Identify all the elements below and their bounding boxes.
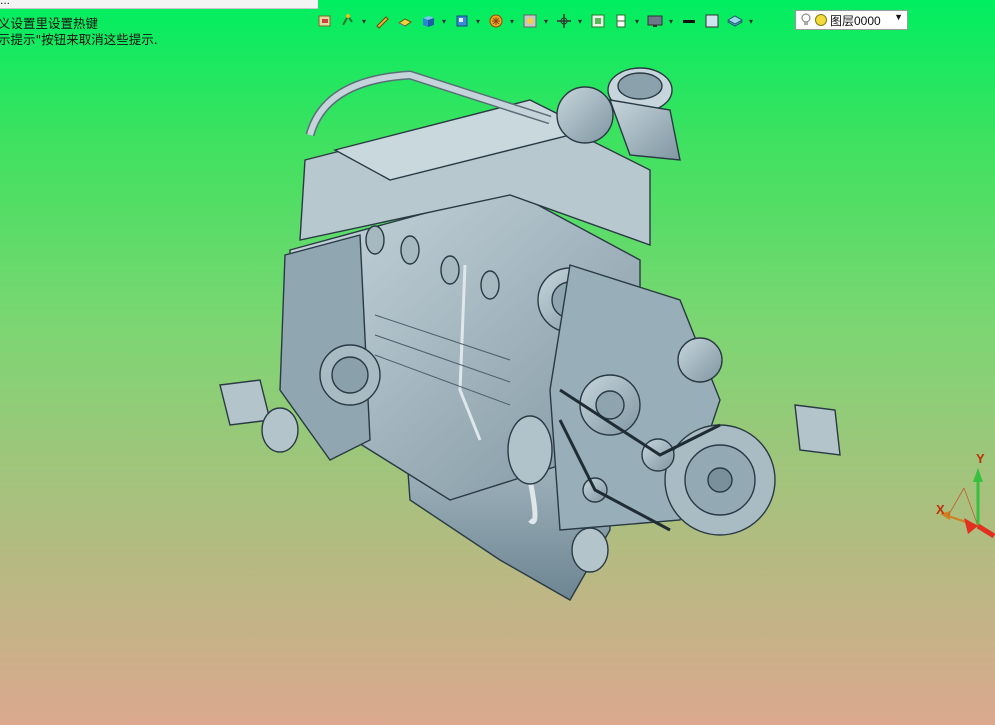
- color-swatch-icon[interactable]: [701, 10, 723, 32]
- chevron-down-icon[interactable]: ▾: [542, 17, 550, 26]
- 3d-viewport[interactable]: ... 义设置里设置热键 示提示"按钮来取消这些提示. ▾ ▾ ▾ ▾ ▾ ▾ …: [0, 0, 995, 725]
- move-icon[interactable]: [553, 10, 575, 32]
- chevron-down-icon[interactable]: ▼: [894, 12, 903, 22]
- render-icon[interactable]: [485, 10, 507, 32]
- section-icon[interactable]: [610, 10, 632, 32]
- snap-icon[interactable]: [337, 10, 359, 32]
- chevron-down-icon[interactable]: ▾: [508, 17, 516, 26]
- light-icon[interactable]: [519, 10, 541, 32]
- mount-front: [571, 527, 609, 573]
- layer-stack-icon[interactable]: [724, 10, 746, 32]
- mount-right: [794, 404, 841, 456]
- open-icon[interactable]: [314, 10, 336, 32]
- x-axis-label: X: [936, 502, 945, 517]
- material-icon[interactable]: [394, 10, 416, 32]
- bulb-icon[interactable]: [800, 13, 812, 27]
- main-toolbar: ▾ ▾ ▾ ▾ ▾ ▾ ▾ ▾ ▾: [314, 8, 758, 34]
- box-icon[interactable]: [417, 10, 439, 32]
- freeze-icon[interactable]: [814, 13, 828, 27]
- chevron-down-icon[interactable]: ▾: [747, 17, 755, 26]
- turbocharger: [556, 86, 614, 144]
- layer-selector[interactable]: 图层0000 ▼: [795, 10, 908, 30]
- engine-model[interactable]: [210, 60, 850, 610]
- hint-line-2: 示提示"按钮来取消这些提示.: [0, 32, 158, 47]
- display-icon[interactable]: [644, 10, 666, 32]
- line-weight-icon[interactable]: [678, 10, 700, 32]
- view-cube-icon[interactable]: [451, 10, 473, 32]
- mount-left-rear: [219, 379, 271, 426]
- y-axis-label: Y: [976, 451, 985, 466]
- frame-icon[interactable]: [587, 10, 609, 32]
- oil-filter: [507, 415, 553, 485]
- chevron-down-icon[interactable]: ▾: [633, 17, 641, 26]
- chevron-down-icon[interactable]: ▾: [440, 17, 448, 26]
- layer-name: 图层0000: [830, 13, 881, 28]
- idler-pulley: [677, 337, 723, 383]
- window-title: ...: [0, 0, 11, 7]
- chevron-down-icon[interactable]: ▾: [576, 17, 584, 26]
- axis-triad: Y X: [928, 448, 995, 548]
- pencil-icon[interactable]: [371, 10, 393, 32]
- chevron-down-icon[interactable]: ▾: [474, 17, 482, 26]
- chevron-down-icon[interactable]: ▾: [667, 17, 675, 26]
- chevron-down-icon[interactable]: ▾: [360, 17, 368, 26]
- window-title-strip: ...: [0, 0, 318, 9]
